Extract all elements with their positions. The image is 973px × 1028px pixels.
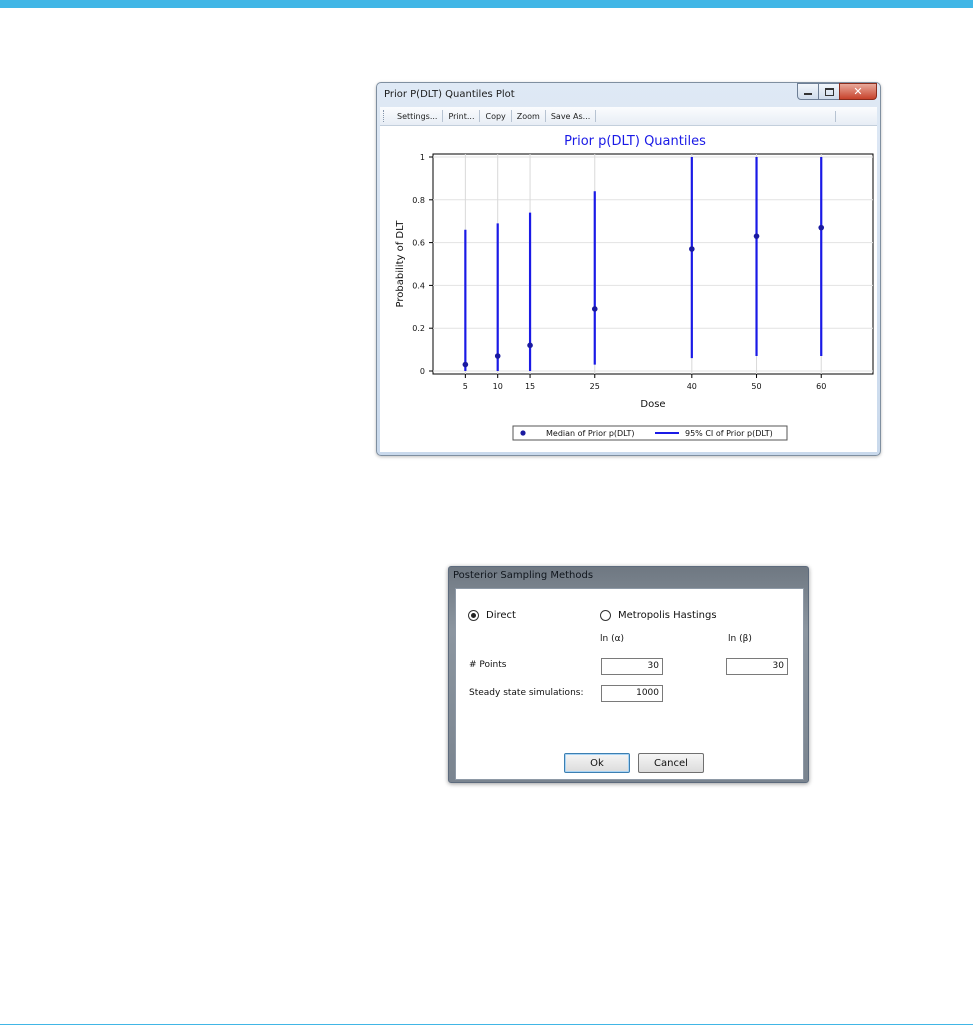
y-axis-label: Probability of DLT <box>395 220 406 308</box>
points-alpha-input[interactable]: 30 <box>601 658 663 675</box>
direct-radio-label: Direct <box>486 610 516 621</box>
legend-median-label: Median of Prior p(DLT) <box>546 429 635 438</box>
median-point <box>494 353 501 359</box>
plot-window: Prior P(DLT) Quantiles Plot ✕ Settings..… <box>376 82 881 456</box>
chart-title: Prior p(DLT) Quantiles <box>564 134 706 149</box>
y-tick-label: 0.2 <box>412 324 425 333</box>
beta-column-header: ln (β) <box>728 634 752 644</box>
metropolis-hastings-radio[interactable]: Metropolis Hastings <box>600 610 717 621</box>
toolbar-zoom-button[interactable]: Zoom <box>512 112 545 121</box>
median-point <box>527 342 533 349</box>
x-ticks: 5 10 15 25 40 50 60 <box>463 374 826 391</box>
toolbar-grip-icon[interactable] <box>383 110 388 122</box>
top-accent-band <box>0 0 973 8</box>
minimize-button[interactable] <box>797 83 819 100</box>
x-tick-label: 5 <box>463 382 468 391</box>
steady-state-label: Steady state simulations: <box>469 688 584 698</box>
toolbar-settings-button[interactable]: Settings... <box>392 112 442 121</box>
quantiles-chart: Prior p(DLT) Quantiles 0 0.2 0.4 0.6 0.8 1 5 1… <box>395 134 874 441</box>
minimize-icon <box>804 93 812 95</box>
close-icon: ✕ <box>853 85 863 98</box>
x-tick-label: 25 <box>590 382 600 391</box>
window-title: Prior P(DLT) Quantiles Plot <box>384 89 515 100</box>
close-button[interactable]: ✕ <box>839 83 877 100</box>
y-tick-label: 0 <box>420 367 425 376</box>
legend-ci-label: 95% CI of Prior p(DLT) <box>685 429 773 438</box>
bottom-accent-line <box>0 1024 973 1025</box>
dialog-body: Direct Metropolis Hastings ln (α) ln (β)… <box>455 588 804 780</box>
y-ticks: 0 0.2 0.4 0.6 0.8 1 <box>412 153 433 376</box>
cancel-button[interactable]: Cancel <box>638 753 704 773</box>
toolbar-separator <box>595 110 597 122</box>
x-tick-label: 60 <box>816 382 826 391</box>
plot-area: Prior p(DLT) Quantiles 0 0.2 0.4 0.6 0.8 1 5 1… <box>380 126 877 452</box>
toolbar-end-separator <box>835 111 836 122</box>
x-tick-label: 50 <box>751 382 761 391</box>
median-point <box>591 306 598 312</box>
x-tick-label: 40 <box>687 382 697 391</box>
toolbar-copy-button[interactable]: Copy <box>480 112 510 121</box>
plot-toolbar: Settings... Print... Copy Zoom Save As..… <box>380 107 877 126</box>
radio-selected-icon <box>468 610 479 621</box>
points-label: # Points <box>469 660 507 670</box>
y-tick-label: 0.6 <box>412 239 425 248</box>
points-beta-input[interactable]: 30 <box>726 658 788 675</box>
y-tick-label: 0.8 <box>412 196 425 205</box>
maximize-icon <box>824 87 834 96</box>
legend: Median of Prior p(DLT) 95% CI of Prior p… <box>512 425 788 441</box>
maximize-button[interactable] <box>818 83 840 100</box>
legend-median-marker <box>520 430 526 436</box>
median-point <box>753 233 760 239</box>
x-tick-label: 15 <box>525 382 535 391</box>
metropolis-hastings-radio-label: Metropolis Hastings <box>618 610 717 621</box>
toolbar-save-as-button[interactable]: Save As... <box>546 112 595 121</box>
y-tick-label: 1 <box>420 153 425 162</box>
steady-state-input[interactable]: 1000 <box>601 685 663 702</box>
median-point <box>689 246 695 252</box>
median-point <box>462 361 469 368</box>
x-axis-label: Dose <box>640 399 665 410</box>
alpha-column-header: ln (α) <box>600 634 625 644</box>
direct-radio[interactable]: Direct <box>468 610 516 621</box>
y-tick-label: 0.4 <box>412 281 425 290</box>
toolbar-print-button[interactable]: Print... <box>443 112 479 121</box>
ok-button[interactable]: Ok <box>564 753 630 773</box>
median-point <box>818 224 825 231</box>
plot-frame <box>432 153 874 375</box>
radio-unselected-icon <box>600 610 611 621</box>
posterior-sampling-dialog: Posterior Sampling Methods Direct Metrop… <box>448 566 809 783</box>
dialog-title: Posterior Sampling Methods <box>453 570 594 581</box>
x-tick-label: 10 <box>493 382 503 391</box>
